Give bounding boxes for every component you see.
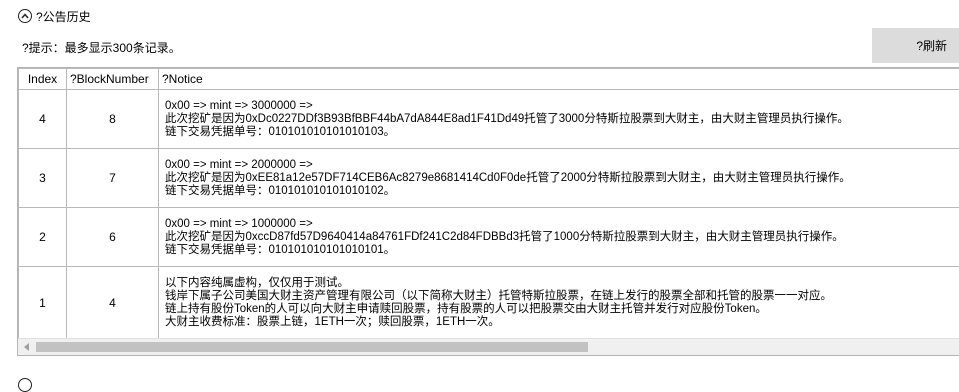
column-header-notice[interactable]: ?Notice — [159, 69, 959, 90]
table-row[interactable]: 2 6 0x00 => mint => 1000000 => 此次挖矿是因为0x… — [19, 208, 959, 267]
notice-table: Index ?BlockNumber ?Notice 4 8 0x00 => m… — [18, 68, 959, 340]
cell-index: 2 — [19, 208, 67, 267]
notice-line: 0x00 => mint => 1000000 => — [165, 218, 959, 231]
cell-index: 3 — [19, 149, 67, 208]
cell-index: 4 — [19, 90, 67, 149]
cell-blocknumber: 4 — [67, 267, 159, 340]
collapse-chevron-up-icon[interactable] — [18, 9, 32, 23]
scroll-left-icon[interactable] — [20, 339, 34, 355]
notice-line: 以下内容纯属虚构，仅仅用于测试。 — [165, 277, 959, 290]
horizontal-scrollbar[interactable] — [18, 338, 959, 355]
notice-line: 0x00 => mint => 2000000 => — [165, 159, 959, 172]
cell-notice: 0x00 => mint => 3000000 => 此次挖矿是因为0xDc02… — [159, 90, 959, 149]
column-header-index[interactable]: Index — [19, 69, 67, 90]
notice-history-grid[interactable]: Index ?BlockNumber ?Notice 4 8 0x00 => m… — [17, 67, 959, 356]
cell-blocknumber: 7 — [67, 149, 159, 208]
refresh-button[interactable]: ?刷新 — [872, 28, 959, 63]
table-header-row: Index ?BlockNumber ?Notice — [19, 69, 959, 90]
section-header: ?公告历史 — [18, 6, 91, 26]
notice-line: 链下交易凭据单号：010101010101010103。 — [165, 126, 959, 139]
notice-line: 此次挖矿是因为0xDc0227DDf3B93BfBBF44bA7dA844E8a… — [165, 113, 959, 126]
notice-line: 此次挖矿是因为0xEE81a12e57DF714CEB6Ac8279e86814… — [165, 172, 959, 185]
cell-notice: 0x00 => mint => 2000000 => 此次挖矿是因为0xEE81… — [159, 149, 959, 208]
section-title: ?公告历史 — [36, 8, 91, 25]
table-row[interactable]: 4 8 0x00 => mint => 3000000 => 此次挖矿是因为0x… — [19, 90, 959, 149]
next-section-toggle-icon[interactable] — [18, 378, 32, 392]
cell-notice: 以下内容纯属虚构，仅仅用于测试。 钱岸下属子公司美国大财主资产管理有限公司（以下… — [159, 267, 959, 340]
hint-text: ?提示：最多显示300条记录。 — [22, 39, 181, 56]
table-row[interactable]: 3 7 0x00 => mint => 2000000 => 此次挖矿是因为0x… — [19, 149, 959, 208]
scrollbar-thumb[interactable] — [36, 342, 588, 352]
cell-blocknumber: 8 — [67, 90, 159, 149]
notice-line: 此次挖矿是因为0xccD87fd57D9640414a84761FDf241C2… — [165, 231, 959, 244]
notice-line: 0x00 => mint => 3000000 => — [165, 100, 959, 113]
notice-line: 钱岸下属子公司美国大财主资产管理有限公司（以下简称大财主）托管特斯拉股票，在链上… — [165, 290, 959, 303]
cell-blocknumber: 6 — [67, 208, 159, 267]
table-row[interactable]: 1 4 以下内容纯属虚构，仅仅用于测试。 钱岸下属子公司美国大财主资产管理有限公… — [19, 267, 959, 340]
cell-notice: 0x00 => mint => 1000000 => 此次挖矿是因为0xccD8… — [159, 208, 959, 267]
notice-line: 链下交易凭据单号：010101010101010102。 — [165, 185, 959, 198]
notice-line: 链上持有股份Token的人可以向大财主申请赎回股票，持有股票的人可以把股票交由大… — [165, 303, 959, 316]
notice-line: 链下交易凭据单号：010101010101010101。 — [165, 244, 959, 257]
column-header-blocknumber[interactable]: ?BlockNumber — [67, 69, 159, 90]
notice-line: 大财主收费标准：股票上链，1ETH一次；赎回股票，1ETH一次。 — [165, 316, 959, 329]
cell-index: 1 — [19, 267, 67, 340]
